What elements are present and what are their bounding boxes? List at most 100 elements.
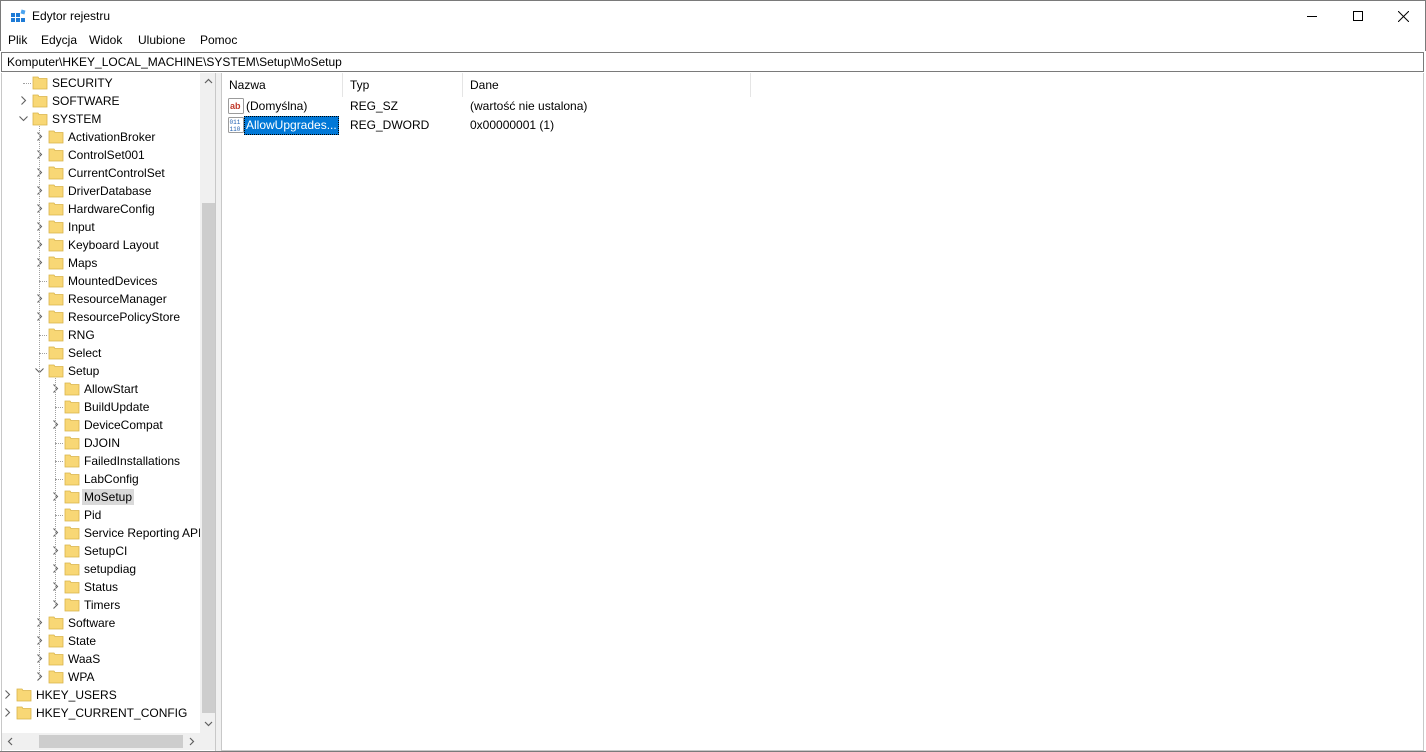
tree-node[interactable]: SECURITY	[2, 74, 200, 92]
tree-node[interactable]: LabConfig	[2, 470, 200, 488]
menu-pomoc[interactable]: Pomoc	[200, 33, 237, 47]
key-tree-pane[interactable]: SECURITY SOFTWARE SYSTEM ActivationBroker Co…	[1, 73, 216, 751]
tree-node[interactable]: Keyboard Layout	[2, 236, 200, 254]
value-row[interactable]: ab (Domyślna) REG_SZ (wartość nie ustalo…	[222, 97, 1222, 116]
tree-node[interactable]: Timers	[2, 596, 200, 614]
tree-horizontal-scroll-thumb[interactable]	[39, 735, 183, 748]
folder-icon	[64, 598, 80, 612]
tree-node-label: MoSetup	[82, 489, 135, 505]
tree-node[interactable]: RNG	[2, 326, 200, 344]
tree-node[interactable]: Input	[2, 218, 200, 236]
tree-node[interactable]: MoSetup	[2, 488, 200, 506]
tree-node[interactable]: CurrentControlSet	[2, 164, 200, 182]
folder-icon	[32, 94, 48, 108]
tree-guide-line	[55, 378, 56, 605]
tree-node-label: setupdiag	[84, 562, 137, 576]
tree-node[interactable]: HardwareConfig	[2, 200, 200, 218]
chevron-right-icon[interactable]	[19, 96, 28, 105]
tree-node[interactable]: State	[2, 632, 200, 650]
maximize-button[interactable]	[1335, 1, 1381, 31]
folder-icon	[64, 508, 80, 522]
scroll-down-icon[interactable]	[204, 719, 213, 728]
tree-node[interactable]: SOFTWARE	[2, 92, 200, 110]
chevron-right-icon[interactable]	[3, 708, 12, 717]
tree-node[interactable]: WPA	[2, 668, 200, 686]
folder-icon	[48, 238, 64, 252]
menu-ulubione[interactable]: Ulubione	[138, 33, 185, 47]
folder-icon	[64, 490, 80, 504]
menu-edycja[interactable]: Edycja	[41, 33, 77, 47]
tree-node[interactable]: ActivationBroker	[2, 128, 200, 146]
tree-node[interactable]: DriverDatabase	[2, 182, 200, 200]
tree-node[interactable]: Pid	[2, 506, 200, 524]
column-header-name[interactable]: Nazwa	[222, 73, 343, 97]
tree-connector	[55, 515, 63, 516]
folder-icon	[48, 166, 64, 180]
tree-node[interactable]: WaaS	[2, 650, 200, 668]
tree-node[interactable]: DeviceCompat	[2, 416, 200, 434]
chevron-right-icon[interactable]	[3, 690, 12, 699]
tree-node[interactable]: Select	[2, 344, 200, 362]
tree-vertical-scroll-thumb[interactable]	[202, 203, 215, 713]
chevron-down-icon[interactable]	[19, 114, 28, 123]
tree-node-label: ResourcePolicyStore	[68, 310, 181, 324]
tree-node-label: SetupCI	[84, 544, 128, 558]
list-header: Nazwa Typ Dane	[222, 73, 1423, 97]
scroll-up-icon[interactable]	[204, 77, 213, 86]
binary-value-icon: 011 110	[228, 117, 244, 133]
tree-node[interactable]: MountedDevices	[2, 272, 200, 290]
tree-node[interactable]: Setup	[2, 362, 200, 380]
tree-node-label: HardwareConfig	[68, 202, 155, 216]
folder-icon	[48, 274, 64, 288]
folder-icon	[48, 364, 64, 378]
value-name: AllowUpgrades...	[244, 116, 339, 135]
tree-node-label: Maps	[68, 256, 98, 270]
close-icon	[1397, 10, 1409, 22]
folder-icon	[48, 670, 64, 684]
folder-icon	[48, 652, 64, 666]
tree-node[interactable]: HKEY_CURRENT_CONFIG	[2, 704, 200, 722]
tree-node[interactable]: SYSTEM	[2, 110, 200, 128]
value-row-selected[interactable]: 011 110 AllowUpgrades... REG_DWORD 0x000…	[222, 116, 1222, 135]
value-data: 0x00000001 (1)	[470, 118, 555, 132]
title-bar: Edytor rejestru	[0, 0, 1426, 31]
tree-node[interactable]: Service Reporting API	[2, 524, 201, 542]
column-header-data[interactable]: Dane	[463, 73, 751, 97]
tree-node[interactable]: FailedInstallations	[2, 452, 200, 470]
tree-node-label: HKEY_USERS	[36, 688, 117, 702]
tree-connector	[39, 335, 47, 336]
tree-node[interactable]: Software	[2, 614, 200, 632]
tree-node-label: Setup	[68, 364, 100, 378]
folder-icon	[48, 310, 64, 324]
tree-node[interactable]: HKEY_USERS	[2, 686, 200, 704]
tree-node[interactable]: AllowStart	[2, 380, 200, 398]
svg-text:ab: ab	[230, 101, 241, 111]
menu-plik[interactable]: Plik	[8, 33, 27, 47]
folder-icon	[64, 526, 80, 540]
tree-node-label: HKEY_CURRENT_CONFIG	[36, 706, 188, 720]
tree-node[interactable]: SetupCI	[2, 542, 200, 560]
tree-node[interactable]: ResourceManager	[2, 290, 200, 308]
minimize-button[interactable]	[1289, 1, 1335, 31]
tree-node[interactable]: DJOIN	[2, 434, 200, 452]
tree-node[interactable]: ControlSet001	[2, 146, 200, 164]
tree-node[interactable]: Maps	[2, 254, 200, 272]
tree-node-label: Input	[68, 220, 95, 234]
tree-node[interactable]: BuildUpdate	[2, 398, 200, 416]
tree-node[interactable]: setupdiag	[2, 560, 200, 578]
menu-widok[interactable]: Widok	[89, 33, 122, 47]
scroll-right-icon[interactable]	[187, 737, 196, 746]
tree-node-label: Timers	[84, 598, 121, 612]
folder-icon	[48, 220, 64, 234]
tree-node[interactable]: Status	[2, 578, 200, 596]
tree-vertical-scrollbar[interactable]	[200, 73, 215, 733]
tree-node[interactable]: ResourcePolicyStore	[2, 308, 200, 326]
column-header-type[interactable]: Typ	[343, 73, 463, 97]
close-button[interactable]	[1380, 1, 1426, 31]
scroll-left-icon[interactable]	[6, 737, 15, 746]
tree-horizontal-scrollbar[interactable]	[2, 733, 200, 750]
folder-icon	[64, 544, 80, 558]
address-bar[interactable]: Komputer\HKEY_LOCAL_MACHINE\SYSTEM\Setup…	[1, 52, 1424, 72]
tree-node-label: WPA	[68, 670, 95, 684]
values-list-pane[interactable]: Nazwa Typ Dane ab (Domyślna) REG_SZ (war…	[221, 73, 1424, 751]
